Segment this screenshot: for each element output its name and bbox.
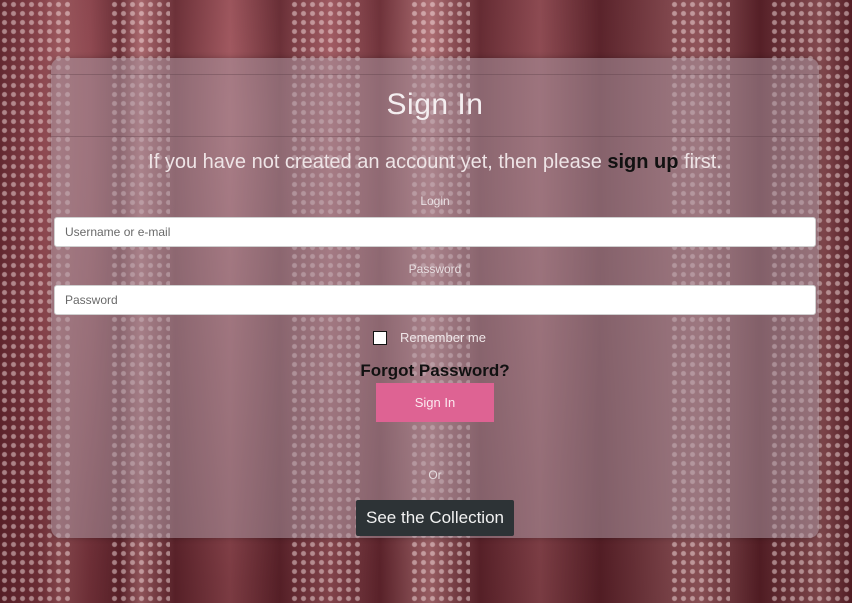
remember-me-checkbox[interactable]	[373, 330, 387, 345]
or-separator: Or	[428, 468, 442, 482]
see-collection-button[interactable]: See the Collection	[356, 500, 514, 536]
sign-in-button[interactable]: Sign In	[376, 383, 494, 422]
password-input[interactable]	[54, 285, 816, 315]
signup-link[interactable]: sign up	[607, 151, 678, 173]
signup-prefix-text: If you have not created an account yet, …	[148, 151, 608, 173]
divider	[51, 74, 819, 75]
remember-me-label: Remember me	[400, 330, 486, 345]
remember-me-row: Remember me	[373, 330, 486, 345]
page-title: Sign In	[386, 88, 484, 121]
signup-suffix-text: first.	[678, 151, 722, 173]
forgot-password-link[interactable]: Forgot Password?	[51, 361, 819, 381]
password-label: Password	[408, 262, 462, 276]
signup-prompt: If you have not created an account yet, …	[51, 151, 819, 174]
username-input[interactable]	[54, 217, 816, 247]
divider	[51, 136, 819, 137]
login-label: Login	[420, 194, 450, 208]
